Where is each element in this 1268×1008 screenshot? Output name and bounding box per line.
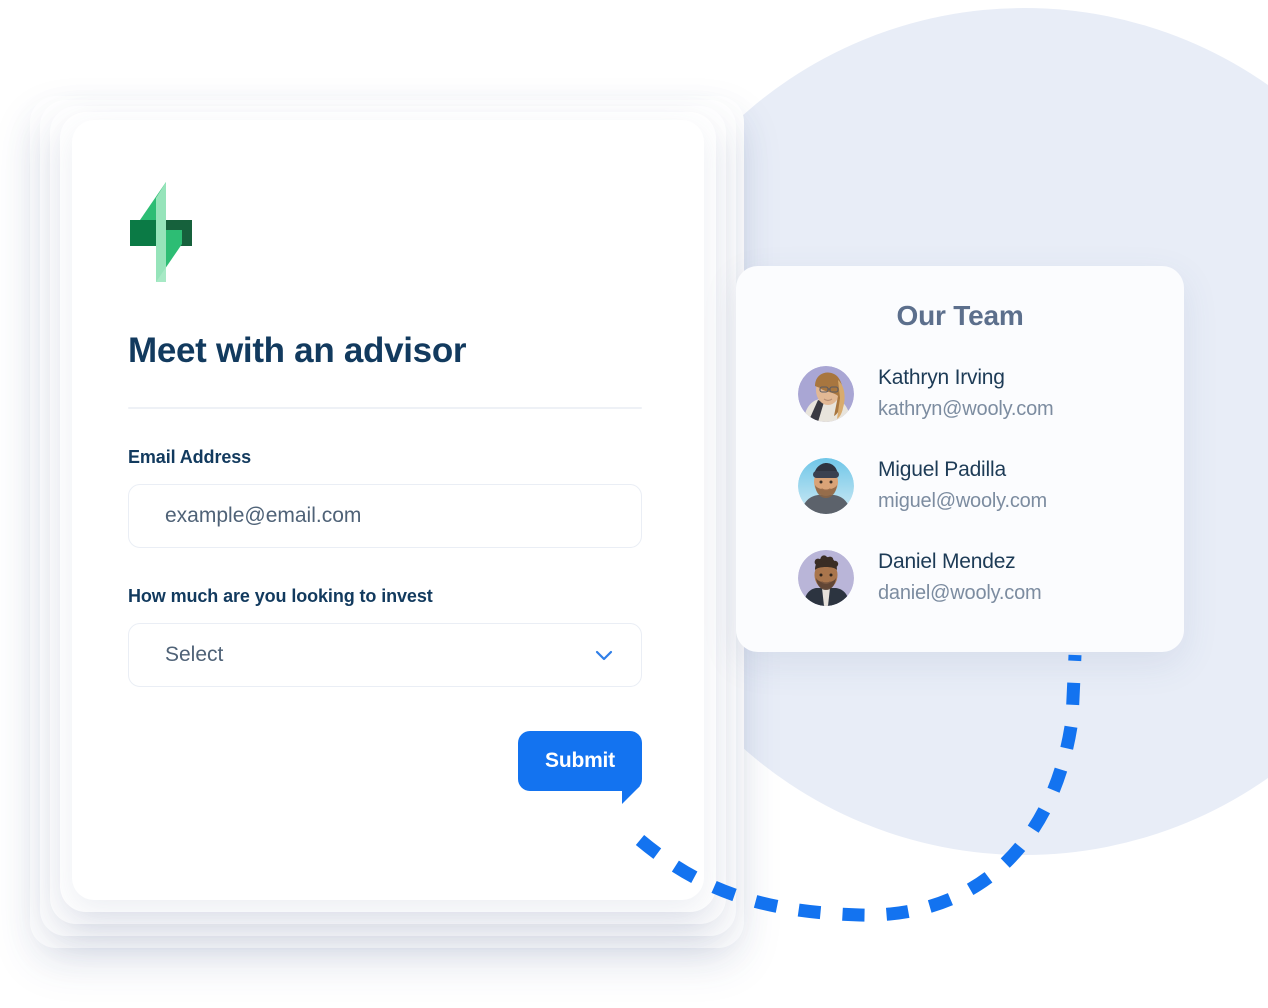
member-email: kathryn@wooly.com [878,397,1054,420]
title-divider [128,406,642,409]
member-text: Kathryn Irving kathryn@wooly.com [878,364,1054,423]
email-field-block: Email Address example@email.com [128,447,648,548]
invest-amount-value: Select [165,643,224,666]
member-text: Daniel Mendez daniel@wooly.com [878,548,1042,607]
page-title: Meet with an advisor [128,331,467,370]
invest-amount-label: How much are you looking to invest [128,585,433,606]
member-name: Kathryn Irving [878,366,1005,390]
email-field-placeholder: example@email.com [165,504,362,527]
email-field-label: Email Address [128,446,252,467]
our-team-card: Our Team Kathryn Irving kathryn@wooly.co… [736,266,1184,652]
invest-amount-select[interactable]: Select [128,622,642,687]
advisor-form-card: Meet with an advisor Email Address examp… [72,120,704,900]
avatar-miguel-padilla [798,458,854,514]
submit-button[interactable]: Submit [518,730,642,791]
member-name: Daniel Mendez [878,550,1016,574]
member-name: Miguel Padilla [878,458,1006,482]
member-email: miguel@wooly.com [878,489,1048,512]
team-member-list: Kathryn Irving kathryn@wooly.com Miguel … [736,362,1184,610]
member-email: daniel@wooly.com [878,581,1042,604]
member-text: Miguel Padilla miguel@wooly.com [878,456,1047,515]
avatar-kathryn-irving [798,366,854,422]
avatar-daniel-mendez [798,550,854,606]
wooly-lightning-logo [130,182,192,282]
list-item[interactable]: Daniel Mendez daniel@wooly.com [798,546,1184,610]
email-field[interactable]: example@email.com [128,483,642,548]
team-card-title: Our Team [896,300,1024,331]
page-root: Meet with an advisor Email Address examp… [0,0,1268,1008]
list-item[interactable]: Kathryn Irving kathryn@wooly.com [798,362,1184,426]
invest-amount-block: How much are you looking to invest Selec… [128,586,648,687]
submit-row: Submit [128,730,642,804]
chevron-down-icon [595,650,613,660]
list-item[interactable]: Miguel Padilla miguel@wooly.com [798,454,1184,518]
submit-button-wrapper: Submit [518,730,642,804]
